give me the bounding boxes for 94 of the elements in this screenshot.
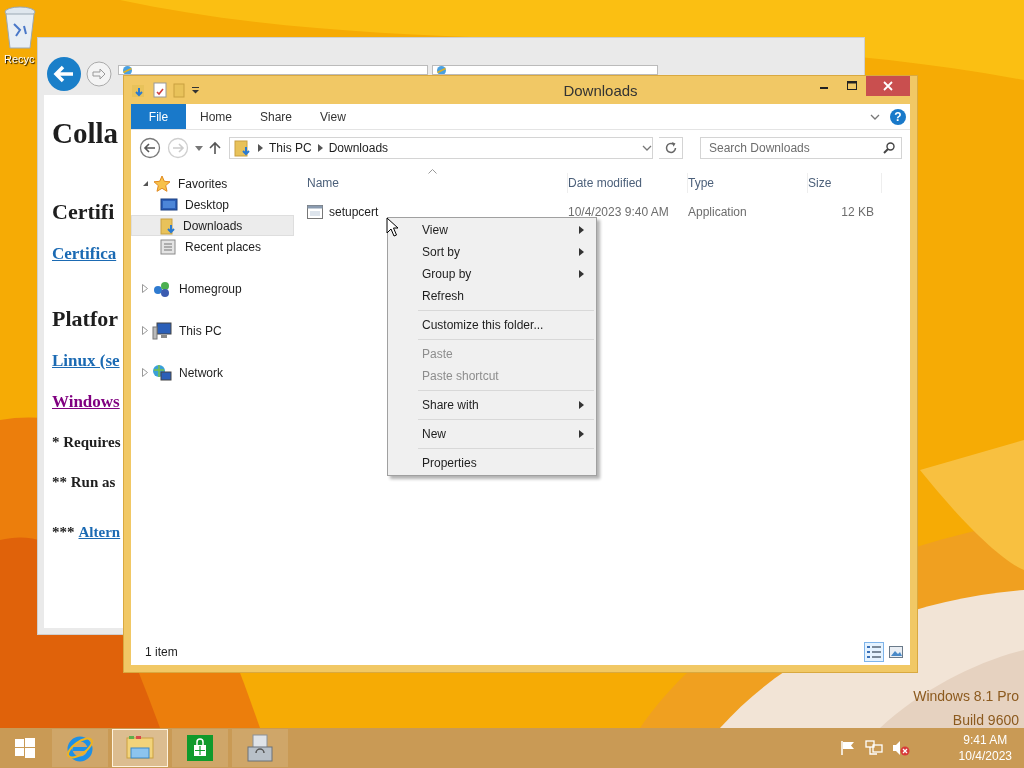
properties-icon[interactable] bbox=[153, 82, 167, 98]
expand-arrow-icon[interactable] bbox=[142, 284, 148, 293]
file-name[interactable]: setupcert bbox=[329, 205, 379, 219]
nav-item[interactable]: Network bbox=[131, 362, 294, 383]
computer-icon bbox=[152, 321, 172, 340]
menu-item[interactable]: Refresh bbox=[390, 285, 594, 307]
nav-item[interactable]: Recent places bbox=[131, 236, 294, 257]
back-button[interactable] bbox=[46, 56, 82, 92]
installer-icon bbox=[245, 733, 275, 763]
menu-item[interactable]: Properties bbox=[390, 452, 594, 474]
flag-icon[interactable] bbox=[839, 740, 856, 756]
network-icon[interactable] bbox=[864, 740, 883, 756]
page-link[interactable]: Certifica bbox=[52, 244, 117, 276]
menu-item[interactable]: Share with bbox=[390, 394, 594, 416]
recent-locations-caret-icon[interactable] bbox=[195, 145, 203, 151]
up-button[interactable] bbox=[209, 141, 221, 155]
column-header[interactable]: Type bbox=[688, 173, 808, 193]
store-icon bbox=[187, 735, 213, 761]
browser-tab[interactable] bbox=[432, 65, 658, 75]
submenu-arrow-icon bbox=[579, 248, 584, 256]
close-icon[interactable] bbox=[883, 81, 893, 91]
folder-icon bbox=[234, 139, 252, 157]
menu-item[interactable]: Group by bbox=[390, 263, 594, 285]
chevron-icon[interactable] bbox=[258, 144, 263, 152]
breadcrumb-item[interactable]: Downloads bbox=[328, 141, 389, 155]
nav-item[interactable]: Favorites bbox=[131, 173, 294, 194]
help-button[interactable]: ? bbox=[890, 108, 906, 125]
taskbar-button[interactable] bbox=[232, 729, 288, 767]
section-heading: Platfor bbox=[52, 306, 118, 333]
recent-places-icon bbox=[160, 237, 178, 256]
recycle-bin-icon[interactable] bbox=[2, 6, 38, 50]
submenu-arrow-icon bbox=[579, 270, 584, 278]
homegroup-icon bbox=[152, 279, 172, 298]
refresh-icon[interactable] bbox=[663, 141, 678, 155]
window-title: Downloads bbox=[562, 81, 639, 99]
os-build-text: Build 9600 bbox=[952, 711, 1019, 728]
type-cell-text: Application bbox=[688, 205, 748, 219]
taskbar-button[interactable] bbox=[172, 729, 228, 767]
nav-item[interactable]: Homegroup bbox=[131, 278, 294, 299]
expand-ribbon-icon[interactable] bbox=[870, 113, 880, 120]
back-button[interactable] bbox=[139, 137, 161, 159]
caret-icon[interactable] bbox=[191, 86, 200, 94]
expand-arrow-icon[interactable] bbox=[142, 326, 148, 335]
menu-item[interactable]: Sort by bbox=[390, 241, 594, 263]
globe-icon bbox=[437, 66, 446, 74]
size-cell-text: 12 KB bbox=[840, 205, 875, 219]
chevron-icon[interactable] bbox=[317, 144, 323, 152]
section-heading: Certifi bbox=[52, 199, 115, 226]
muted-speaker-icon[interactable] bbox=[891, 740, 910, 756]
collapse-arrow-icon[interactable] bbox=[142, 180, 149, 187]
nav-item[interactable]: Desktop bbox=[131, 194, 294, 215]
details-view-button[interactable] bbox=[864, 642, 884, 662]
refresh-button[interactable] bbox=[659, 137, 683, 159]
network-icon bbox=[152, 363, 172, 382]
application-icon bbox=[307, 205, 323, 219]
nav-item[interactable]: Downloads bbox=[131, 215, 294, 236]
mouse-cursor-icon bbox=[386, 217, 399, 237]
file-menu-button[interactable]: File bbox=[131, 104, 186, 129]
nav-item[interactable]: This PC bbox=[131, 320, 294, 341]
os-edition-text: Windows 8.1 Pro bbox=[913, 687, 1019, 706]
close-button[interactable] bbox=[866, 76, 910, 96]
ribbon-tab[interactable]: Home bbox=[186, 104, 246, 129]
menu-item[interactable]: Customize this folder... bbox=[390, 314, 594, 336]
column-header[interactable]: Size bbox=[808, 173, 882, 193]
desktop-icon bbox=[160, 196, 178, 213]
footnote-text: ** Run as bbox=[52, 474, 116, 492]
status-text: 1 item bbox=[145, 645, 178, 659]
maximize-icon[interactable] bbox=[847, 81, 857, 91]
dropdown-icon[interactable] bbox=[642, 145, 652, 151]
folder-icon bbox=[160, 216, 176, 235]
page-heading: Colla bbox=[52, 117, 119, 151]
ribbon-tab[interactable]: Share bbox=[246, 104, 307, 129]
windows-logo-icon[interactable] bbox=[15, 738, 35, 758]
submenu-arrow-icon bbox=[579, 226, 584, 234]
page-link[interactable]: Linux (se bbox=[52, 351, 120, 383]
ribbon-tab[interactable]: View bbox=[306, 104, 360, 129]
globe-icon bbox=[123, 66, 132, 74]
taskbar-button[interactable] bbox=[112, 729, 168, 767]
folder-icon bbox=[125, 734, 155, 762]
folder-icon[interactable] bbox=[131, 82, 147, 98]
submenu-arrow-icon bbox=[579, 430, 584, 438]
footnote-marker: *** bbox=[52, 524, 75, 542]
date-modified-cell-text: 10/4/2023 9:40 AM bbox=[568, 205, 670, 219]
address-bar[interactable]: This PC Downloads bbox=[229, 137, 653, 159]
expand-arrow-icon[interactable] bbox=[142, 368, 148, 377]
breadcrumb-item[interactable]: This PC bbox=[269, 141, 312, 155]
page-link[interactable]: Windows bbox=[52, 392, 120, 424]
footnote-text: * Requires bbox=[52, 434, 121, 452]
menu-item[interactable]: New bbox=[390, 423, 594, 445]
star-icon bbox=[153, 174, 171, 193]
column-header[interactable]: Name bbox=[307, 173, 568, 193]
page-link[interactable]: Altern bbox=[78, 524, 121, 556]
column-header[interactable]: Date modified bbox=[568, 173, 688, 193]
submenu-arrow-icon bbox=[579, 401, 584, 409]
